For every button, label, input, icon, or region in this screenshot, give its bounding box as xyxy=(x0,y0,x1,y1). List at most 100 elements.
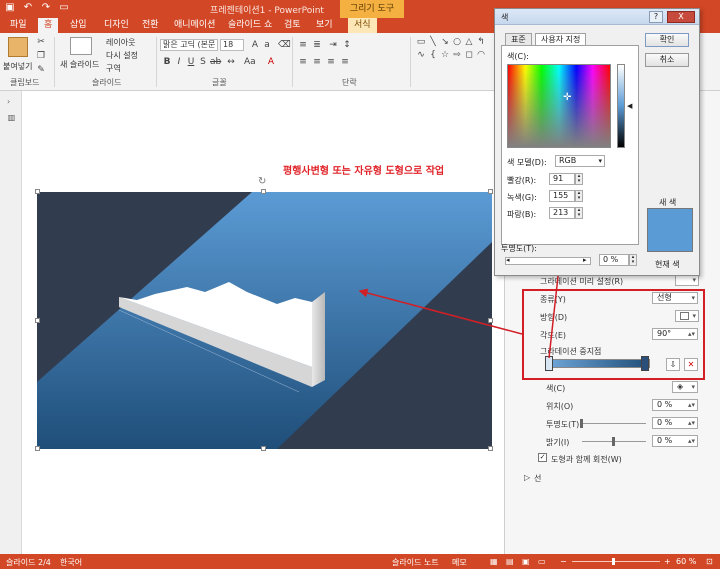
font-name-combo[interactable]: 맑은 고딕 (본문 xyxy=(160,39,218,51)
stop-color-button[interactable]: ◈ ▾ xyxy=(672,381,698,393)
transparency-input[interactable]: 0 % xyxy=(599,254,629,266)
reading-view-icon[interactable]: ▣ xyxy=(522,557,530,566)
language-status[interactable]: 한국어 xyxy=(60,557,82,568)
block-arrow-shape-icon[interactable]: ⇨ xyxy=(452,50,462,60)
rotate-with-shape-checkbox[interactable]: ✓ xyxy=(538,453,547,462)
transparency-slider-thumb[interactable] xyxy=(580,419,583,428)
redo-icon[interactable]: ↷ xyxy=(40,2,52,14)
color-spectrum[interactable] xyxy=(507,64,611,148)
slide-thumbnail-strip[interactable]: › ▥ xyxy=(0,91,22,554)
tab-file[interactable]: 파일 xyxy=(4,18,33,33)
copy-icon[interactable]: ❐ xyxy=(36,51,46,61)
tab-design[interactable]: 디자인 xyxy=(98,18,135,33)
tab-animations[interactable]: 애니메이션 xyxy=(168,18,221,33)
line-shape-icon[interactable]: ╲ xyxy=(428,37,438,47)
shadow-icon[interactable]: S xyxy=(198,57,208,67)
spectrum-crosshair-icon[interactable]: ✛ xyxy=(563,92,571,103)
selection-handle[interactable] xyxy=(35,189,40,194)
format-painter-icon[interactable]: ✎ xyxy=(36,65,46,75)
arc-shape-icon[interactable]: ◠ xyxy=(476,50,486,60)
change-case-icon[interactable]: Aa xyxy=(244,57,256,67)
ok-button[interactable]: 확인 xyxy=(645,33,689,47)
line-spacing-icon[interactable]: ↕ xyxy=(342,40,352,50)
reset-button[interactable]: 다시 설정 xyxy=(106,50,138,61)
bold-icon[interactable]: B xyxy=(162,57,172,67)
notes-button[interactable]: 슬라이드 노트 xyxy=(392,557,439,568)
selection-handle[interactable] xyxy=(261,446,266,451)
slideshow-view-icon[interactable]: ▭ xyxy=(538,557,546,566)
grow-font-icon[interactable]: A xyxy=(250,40,260,50)
brightness-input[interactable]: 0 % ▴▾ xyxy=(652,435,698,447)
stop-transparency-input[interactable]: 0 % ▴▾ xyxy=(652,417,698,429)
expand-pane-icon[interactable]: › xyxy=(7,97,10,106)
luminance-slider[interactable] xyxy=(617,64,625,148)
underline-icon[interactable]: U xyxy=(186,57,196,67)
sorter-view-icon[interactable]: ▤ xyxy=(506,557,514,566)
red-input[interactable]: 91 xyxy=(549,173,575,185)
bracket-shape-icon[interactable]: { xyxy=(428,50,438,60)
align-center-icon[interactable]: ≡ xyxy=(312,57,322,67)
transparency-track[interactable] xyxy=(505,257,591,265)
selection-handle[interactable] xyxy=(488,446,493,451)
italic-icon[interactable]: I xyxy=(174,57,184,67)
section-button[interactable]: 구역 xyxy=(106,63,121,74)
zoom-out-icon[interactable]: − xyxy=(560,557,567,566)
zoom-slider-thumb[interactable] xyxy=(612,558,615,565)
cut-icon[interactable]: ✂ xyxy=(36,37,46,47)
slide[interactable] xyxy=(37,192,492,449)
font-color-icon[interactable]: A xyxy=(266,57,276,67)
transparency-spinner[interactable]: ▴ ▾ xyxy=(629,254,637,266)
shrink-font-icon[interactable]: a xyxy=(262,40,272,50)
justify-icon[interactable]: ≡ xyxy=(340,57,350,67)
transparency-slider[interactable] xyxy=(582,423,646,424)
bent-arrow-shape-icon[interactable]: ↰ xyxy=(476,37,486,47)
blue-spinner[interactable]: ▴ ▾ xyxy=(575,207,583,219)
star-shape-icon[interactable]: ☆ xyxy=(440,50,450,60)
new-slide-button[interactable]: 새 슬라이드 xyxy=(60,59,99,70)
save-icon[interactable]: ▣ xyxy=(4,2,16,14)
selection-handle[interactable] xyxy=(35,446,40,451)
rectangle-shape-icon[interactable]: ▭ xyxy=(416,37,426,47)
line-section-expander-icon[interactable]: ▷ xyxy=(524,473,530,482)
red-spinner[interactable]: ▴ ▾ xyxy=(575,173,583,185)
clear-format-icon[interactable]: ⌫ xyxy=(278,40,291,50)
tab-review[interactable]: 검토 xyxy=(278,18,307,33)
normal-view-icon[interactable]: ▦ xyxy=(490,557,498,566)
green-spinner[interactable]: ▴ ▾ xyxy=(575,190,583,202)
curve-shape-icon[interactable]: ∿ xyxy=(416,50,426,60)
tab-view[interactable]: 보기 xyxy=(310,18,339,33)
undo-icon[interactable]: ↶ xyxy=(22,2,34,14)
arrow-shape-icon[interactable]: ↘ xyxy=(440,37,450,47)
paste-button[interactable]: 붙여넣기 xyxy=(3,61,32,72)
numbering-icon[interactable]: ≣ xyxy=(312,40,322,50)
font-size-combo[interactable]: 18 xyxy=(220,39,244,51)
selection-handle[interactable] xyxy=(261,189,266,194)
tab-slideshow[interactable]: 슬라이드 쇼 xyxy=(222,18,278,33)
selection-handle[interactable] xyxy=(35,318,40,323)
tab-format[interactable]: 서식 xyxy=(348,18,377,33)
scroll-left-icon[interactable]: ◂ xyxy=(506,256,510,264)
shapes-gallery[interactable]: ▭ ╲ ↘ ○ △ ↰ ∿ { ☆ ⇨ ◻ ◠ xyxy=(416,37,492,73)
strikethrough-icon[interactable]: ab xyxy=(210,57,221,67)
scroll-right-icon[interactable]: ▸ xyxy=(583,256,587,264)
tab-insert[interactable]: 삽입 xyxy=(64,18,93,33)
brightness-slider-thumb[interactable] xyxy=(612,437,615,446)
indent-icon[interactable]: ⇥ xyxy=(328,40,338,50)
position-input[interactable]: 0 % ▴▾ xyxy=(652,399,698,411)
cancel-button[interactable]: 취소 xyxy=(645,53,689,67)
tab-home[interactable]: 홈 xyxy=(38,18,59,33)
help-button[interactable]: ? xyxy=(649,11,663,23)
tab-transitions[interactable]: 전환 xyxy=(136,18,165,33)
callout-shape-icon[interactable]: ◻ xyxy=(464,50,474,60)
blue-input[interactable]: 213 xyxy=(549,207,575,219)
oval-shape-icon[interactable]: ○ xyxy=(452,37,462,47)
line-section-label[interactable]: 선 xyxy=(534,473,541,484)
zoom-level[interactable]: 60 % xyxy=(676,557,696,566)
layout-button[interactable]: 레이아웃 xyxy=(106,37,135,48)
bullets-icon[interactable]: ≡ xyxy=(298,40,308,50)
start-show-icon[interactable]: ▭ xyxy=(58,2,70,14)
spacing-icon[interactable]: ↔ xyxy=(226,57,236,67)
triangle-shape-icon[interactable]: △ xyxy=(464,37,474,47)
fit-slide-icon[interactable]: ⊡ xyxy=(706,557,713,566)
align-right-icon[interactable]: ≡ xyxy=(326,57,336,67)
